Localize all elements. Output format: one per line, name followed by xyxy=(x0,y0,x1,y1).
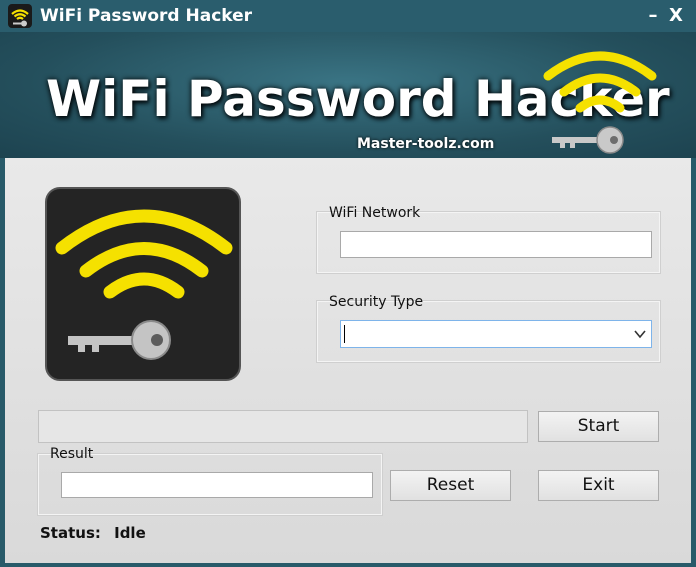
wifi-key-icon xyxy=(45,187,241,381)
security-type-select[interactable] xyxy=(340,320,652,348)
security-type-label: Security Type xyxy=(329,294,424,310)
status-value: Idle xyxy=(114,524,146,542)
result-label: Result xyxy=(50,446,94,462)
banner-subtitle: Master-toolz.com xyxy=(357,136,495,152)
status-label: Status: xyxy=(40,524,101,542)
exit-button[interactable]: Exit xyxy=(538,470,659,501)
chevron-down-icon[interactable] xyxy=(633,327,647,341)
progress-bar xyxy=(38,410,528,443)
header-banner: WiFi Password Hacker Master-toolz.com xyxy=(0,32,696,158)
status-bar: Status: Idle xyxy=(40,524,146,542)
result-field[interactable] xyxy=(61,472,373,498)
start-button[interactable]: Start xyxy=(538,411,659,442)
wifi-network-label: WiFi Network xyxy=(329,205,421,221)
title-bar[interactable]: WiFi Password Hacker – X xyxy=(0,0,696,32)
text-cursor xyxy=(344,325,345,343)
window-title: WiFi Password Hacker xyxy=(40,6,253,26)
wifi-key-icon xyxy=(8,4,32,28)
wifi-network-input[interactable] xyxy=(340,231,652,258)
wifi-key-icon xyxy=(543,51,657,154)
reset-button[interactable]: Reset xyxy=(390,470,511,501)
app-window: WiFi Password Hacker – X WiFi Password H… xyxy=(0,0,696,567)
close-button[interactable]: X xyxy=(663,3,689,29)
